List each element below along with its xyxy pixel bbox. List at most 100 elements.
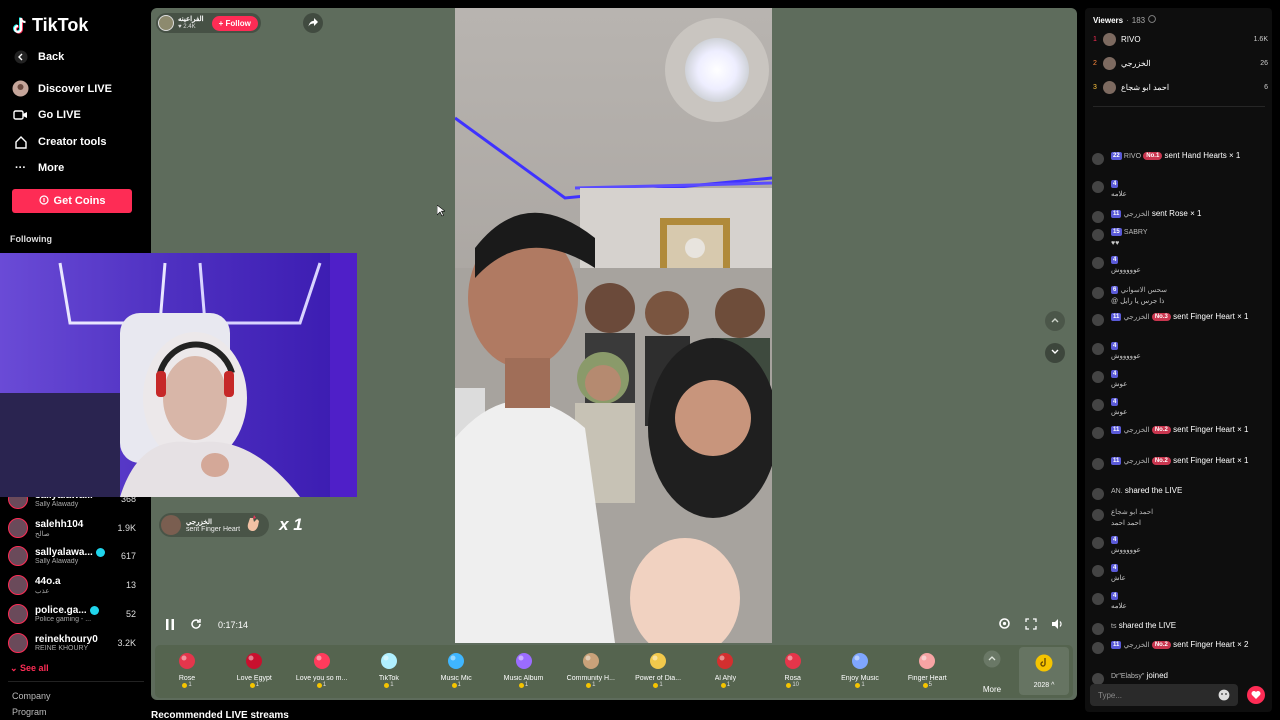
- gift-icon: [580, 650, 602, 672]
- gift-item[interactable]: Music Mic 1: [424, 647, 488, 697]
- following-name: salehh104: [35, 518, 84, 530]
- gift-name: Community H...: [566, 675, 615, 682]
- avatar: [8, 633, 28, 653]
- chat-message[interactable]: 4 عوش: [1090, 368, 1268, 390]
- chat-message[interactable]: 4 علامه: [1090, 178, 1268, 200]
- gift-item[interactable]: Love Egypt 1: [222, 647, 286, 697]
- emoji-icon[interactable]: [1218, 689, 1230, 703]
- chat-message[interactable]: 11 الخزرجي No.2 sent Finger Heart × 2: [1090, 639, 1268, 654]
- level-badge: 11: [1111, 313, 1122, 321]
- chat-message[interactable]: 4 عوش: [1090, 396, 1268, 418]
- chat-message[interactable]: 11 الخزرجي No.3 sent Finger Heart × 1: [1090, 311, 1268, 326]
- following-item[interactable]: police.ga... Police gaming - ... 52: [8, 601, 136, 627]
- share-icon: [308, 14, 318, 32]
- info-icon[interactable]: [1148, 15, 1156, 25]
- coin-balance-button[interactable]: 2028 ^: [1019, 647, 1069, 695]
- viewer-count: 3.2K: [117, 638, 136, 648]
- chat-message[interactable]: 11 الخزرجي No.2 sent Finger Heart × 1: [1090, 455, 1268, 470]
- chat-message[interactable]: 6 سحس الاسواني @ ذا جرس يا رايل: [1090, 284, 1268, 307]
- gift-icon: [849, 650, 871, 672]
- gift-item[interactable]: TikTok 1: [357, 647, 421, 697]
- like-button[interactable]: [1247, 686, 1265, 704]
- share-button[interactable]: [303, 13, 323, 33]
- footer-program-link[interactable]: Program: [12, 707, 47, 717]
- gift-icon: [782, 650, 804, 672]
- chat-message[interactable]: 4 عوووووش: [1090, 340, 1268, 362]
- footer-company-link[interactable]: Company: [12, 691, 51, 701]
- chat-username: الخزرجي: [1123, 314, 1150, 321]
- chevron-up-icon: [1050, 312, 1060, 330]
- gift-name: Power of Dia...: [635, 675, 682, 682]
- nav-discover-live[interactable]: Discover LIVE: [12, 80, 147, 97]
- host-avatar[interactable]: [158, 15, 174, 31]
- following-item[interactable]: sallyalawa... Sally Alawady 617: [8, 543, 136, 569]
- chat-message[interactable]: Dr"Elabsy" joined: [1090, 670, 1268, 685]
- gift-price-value: 10: [792, 682, 800, 688]
- gift-price-value: 1: [592, 682, 596, 688]
- nav-go-live[interactable]: Go LIVE: [12, 106, 147, 123]
- get-coins-button[interactable]: Get Coins: [12, 189, 132, 213]
- viewer-score: 26: [1260, 59, 1268, 67]
- chat-message[interactable]: احمد ابو شجاع احمد احمد: [1090, 506, 1268, 529]
- chat-message[interactable]: ts shared the LIVE: [1090, 620, 1268, 635]
- top-viewer-row[interactable]: 2 الخزرجي 26: [1093, 55, 1268, 71]
- chat-message[interactable]: 4 عوووووش: [1090, 254, 1268, 276]
- chat-text: joined: [1146, 671, 1168, 680]
- gift-item[interactable]: Love you so m... 1: [290, 647, 354, 697]
- gift-item[interactable]: Rosa 10: [761, 647, 825, 697]
- avatar: [1092, 537, 1104, 549]
- following-item[interactable]: 44o.a عذب 13: [8, 572, 136, 598]
- volume-icon: [1051, 617, 1064, 635]
- next-live-button[interactable]: [1045, 343, 1065, 363]
- top-viewer-row[interactable]: 3 احمد ابو شجاع 6: [1093, 79, 1268, 95]
- viewers-count: 183: [1131, 15, 1146, 25]
- chat-message[interactable]: 4 عوووووش: [1090, 534, 1268, 556]
- host-info[interactable]: الفراعينه ♥ 2.4K + Follow: [156, 13, 261, 33]
- gift-item[interactable]: Enjoy Music 1: [828, 647, 892, 697]
- avatar-icon: [12, 80, 29, 97]
- gift-item[interactable]: Power of Dia... 1: [626, 647, 690, 697]
- volume-button[interactable]: [1050, 619, 1064, 633]
- following-sub: صالح: [35, 530, 50, 538]
- chat-message[interactable]: AN. shared the LIVE: [1090, 485, 1268, 500]
- chat-message[interactable]: 11 الخزرجي No.2 sent Finger Heart × 1: [1090, 424, 1268, 439]
- chat-username: الخزرجي: [1123, 458, 1150, 465]
- top-viewer-row[interactable]: 1 RIVO 1.6K: [1093, 31, 1268, 47]
- see-all-link[interactable]: ⌄ See all: [10, 663, 49, 674]
- settings-button[interactable]: [997, 618, 1011, 633]
- fullscreen-button[interactable]: [1024, 618, 1038, 633]
- gift-item[interactable]: Community H... 1: [559, 647, 623, 697]
- chat-input[interactable]: Type...: [1090, 684, 1238, 706]
- gift-item[interactable]: Rose 1: [155, 647, 219, 697]
- viewer-rank: 3: [1093, 83, 1097, 91]
- follow-button[interactable]: + Follow: [211, 15, 258, 31]
- gift-price-value: 1: [390, 682, 394, 688]
- more-gifts-button[interactable]: More: [972, 650, 1012, 694]
- gift-price: 1: [249, 682, 259, 688]
- nav-creator-tools[interactable]: Creator tools: [12, 133, 147, 150]
- tiktok-logo[interactable]: TikTok: [12, 15, 88, 36]
- following-item[interactable]: salehh104 صالح 1.9K: [8, 515, 136, 541]
- gift-icon: [513, 650, 535, 672]
- back-button[interactable]: Back: [12, 48, 147, 65]
- chat-message[interactable]: 4 علامه: [1090, 590, 1268, 612]
- webcam-image: [0, 253, 357, 497]
- live-video[interactable]: [455, 8, 772, 643]
- chat-message[interactable]: 22 RIVO No.1 sent Hand Hearts × 1: [1090, 150, 1268, 165]
- gift-item[interactable]: Al Ahly 1: [693, 647, 757, 697]
- chat-feed[interactable]: 22 RIVO No.1 sent Hand Hearts × 1 4 علامه…: [1085, 114, 1272, 686]
- viewer-count: 13: [125, 580, 136, 590]
- pause-button[interactable]: [163, 619, 177, 633]
- gift-item[interactable]: Finger Heart 5: [895, 647, 959, 697]
- following-item[interactable]: reinekhoury0 REINE KHOURY 3.2K: [8, 630, 136, 656]
- previous-live-button[interactable]: [1045, 311, 1065, 331]
- gift-name: Rose: [178, 675, 196, 682]
- nav-more[interactable]: ··· More: [12, 159, 147, 176]
- chat-message[interactable]: 4 عاش: [1090, 562, 1268, 584]
- divider: [8, 681, 144, 682]
- chat-message[interactable]: 11 الخزرجي sent Rose × 1: [1090, 208, 1268, 223]
- coin-icon: [653, 682, 659, 688]
- chat-message[interactable]: 15 SABRY ♥♥: [1090, 226, 1268, 249]
- refresh-button[interactable]: [189, 619, 203, 633]
- gift-item[interactable]: Music Album 1: [492, 647, 556, 697]
